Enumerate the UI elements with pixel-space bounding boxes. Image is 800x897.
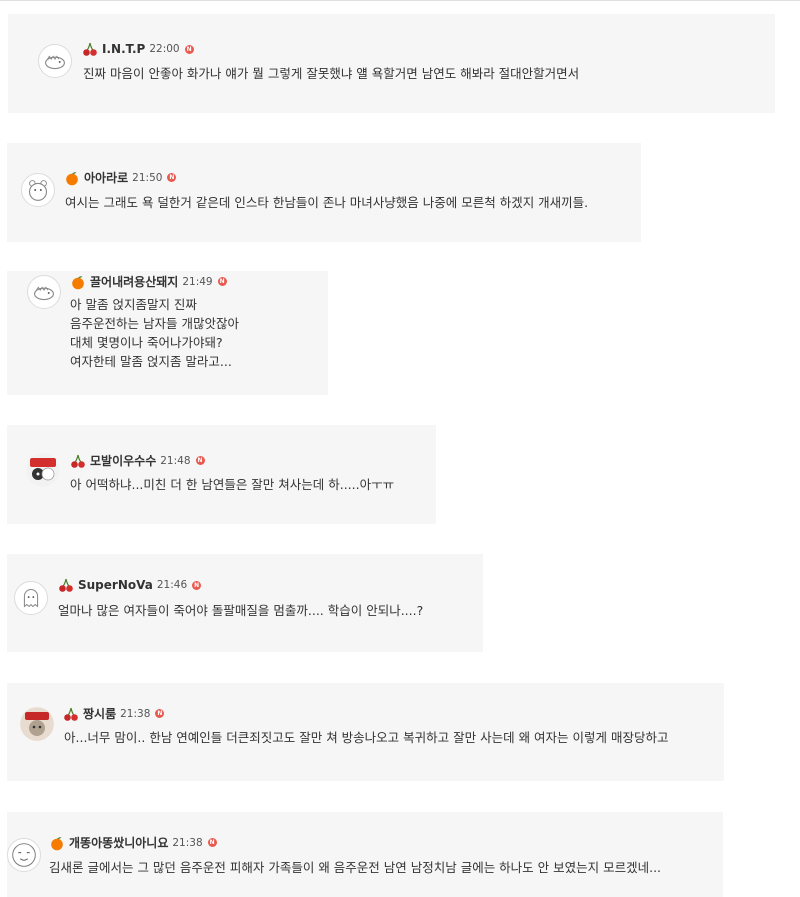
comment-line: 김새론 글에서는 그 많던 음주운전 피해자 가족들이 왜 음주운전 남연 남정… [49,860,662,875]
new-badge: N [155,709,165,718]
comment-text: 진짜 마음이 안좋아 화가나 얘가 뭘 그렇게 잘못했냐 얠 욕할거면 남연도 … [83,64,579,83]
ghost-avatar-icon[interactable] [14,581,48,615]
cat-photo-avatar-icon[interactable] [20,707,54,741]
new-badge: N [167,173,177,182]
comment-card: 짱시룸 21:38 N 아...너무 맘이.. 한남 연예인들 더큰죄짓고도 잘… [7,683,724,781]
orange-icon [70,274,86,290]
comment-time: 21:46 [156,579,188,591]
comment-text: 김새론 글에서는 그 많던 음주운전 피해자 가족들이 왜 음주운전 남연 남정… [49,858,661,877]
comment-nickname[interactable]: SuperNoVa [78,578,153,592]
comment-nickname[interactable]: 개똥아똥쌌니아니요 [69,834,168,851]
comment-line: 대체 몇명이나 죽어나가야돼? [70,335,223,350]
cherry-icon [70,453,86,469]
comment-nickname[interactable]: 모발이우수수 [90,452,156,469]
cherry-icon [63,706,79,722]
comment-text: 여시는 그래도 욕 덜한거 같은데 인스타 한남들이 존나 마녀사냥했음 나중에… [65,193,588,212]
comment-line: 음주운전하는 남자들 개많앗잖아 [70,316,239,331]
dinosaur-avatar-icon[interactable] [27,275,61,309]
comment-text: 아 어떡하냐...미친 더 한 남연들은 잘만 쳐사는데 하.....아ㅜㅠ [70,475,394,494]
cat-photo-avatar-icon[interactable] [26,453,60,487]
comment-line: 여시는 그래도 욕 덜한거 같은데 인스타 한남들이 존나 마녀사냥했음 나중에… [65,195,589,210]
comment-card: SuperNoVa 21:46 N 얼마나 많은 여자들이 죽어야 돌팔매질을 … [7,554,483,652]
new-badge: N [195,456,205,465]
comment-card: I.N.T.P 22:00 N 진짜 마음이 안좋아 화가나 얘가 뭘 그렇게 … [8,14,775,113]
comment-time: 21:38 [120,707,151,720]
comment-nickname[interactable]: 짱시룸 [83,705,116,722]
comment-text: 아...너무 맘이.. 한남 연예인들 더큰죄짓고도 잘만 쳐 방송나오고 복귀… [64,728,669,747]
new-badge: N [184,44,194,54]
doodle-face-avatar-icon[interactable] [7,838,41,872]
comment-text: 아 말좀 얹지좀말지 진짜 음주운전하는 남자들 개많앗잖아 대체 몇명이나 죽… [70,295,239,371]
comment-line: 아 어떡하냐...미친 더 한 남연들은 잘만 쳐사는데 하.....아ㅜㅠ [70,477,395,492]
orange-icon [49,835,65,851]
bear-avatar-icon[interactable] [21,173,55,207]
comment-time: 21:49 [182,275,213,288]
orange-icon [64,170,80,186]
comment-nickname[interactable]: 아아라로 [84,169,128,186]
comment-line: 여자한테 말좀 얹지좀 말라고... [70,354,232,369]
comment-line: 진짜 마음이 안좋아 화가나 얘가 뭘 그렇게 잘못했냐 얠 욕할거면 남연도 … [83,66,580,81]
comment-text: 얼마나 많은 여자들이 죽어야 돌팔매질을 멈출까.... 학습이 안되나...… [58,601,423,620]
comment-line: 아...너무 맘이.. 한남 연예인들 더큰죄짓고도 잘만 쳐 방송나오고 복귀… [64,730,669,745]
new-badge: N [207,838,217,847]
comment-nickname[interactable]: 끌어내려용산돼지 [90,273,178,290]
dinosaur-avatar-icon[interactable] [38,44,72,78]
comment-card: 아아라로 21:50 N 여시는 그래도 욕 덜한거 같은데 인스타 한남들이 … [7,143,641,242]
comment-time: 21:50 [132,171,163,184]
comment-time: 21:48 [160,454,191,467]
comment-line: 얼마나 많은 여자들이 죽어야 돌팔매질을 멈출까.... 학습이 안되나...… [58,603,424,618]
new-badge: N [192,580,202,590]
comment-time: 21:38 [172,836,203,849]
top-divider [0,0,800,1]
comment-time: 22:00 [149,43,180,55]
comment-card: 개똥아똥쌌니아니요 21:38 N 김새론 글에서는 그 많던 음주운전 피해자… [7,812,723,897]
cherry-icon [82,41,98,57]
comment-card: 모발이우수수 21:48 N 아 어떡하냐...미친 더 한 남연들은 잘만 쳐… [7,425,436,524]
cherry-icon [58,577,74,593]
comment-nickname[interactable]: I.N.T.P [102,42,145,56]
comment-line: 아 말좀 얹지좀말지 진짜 [70,297,197,312]
comment-card: 끌어내려용산돼지 21:49 N 아 말좀 얹지좀말지 진짜 음주운전하는 남자… [7,271,328,395]
new-badge: N [217,277,227,286]
